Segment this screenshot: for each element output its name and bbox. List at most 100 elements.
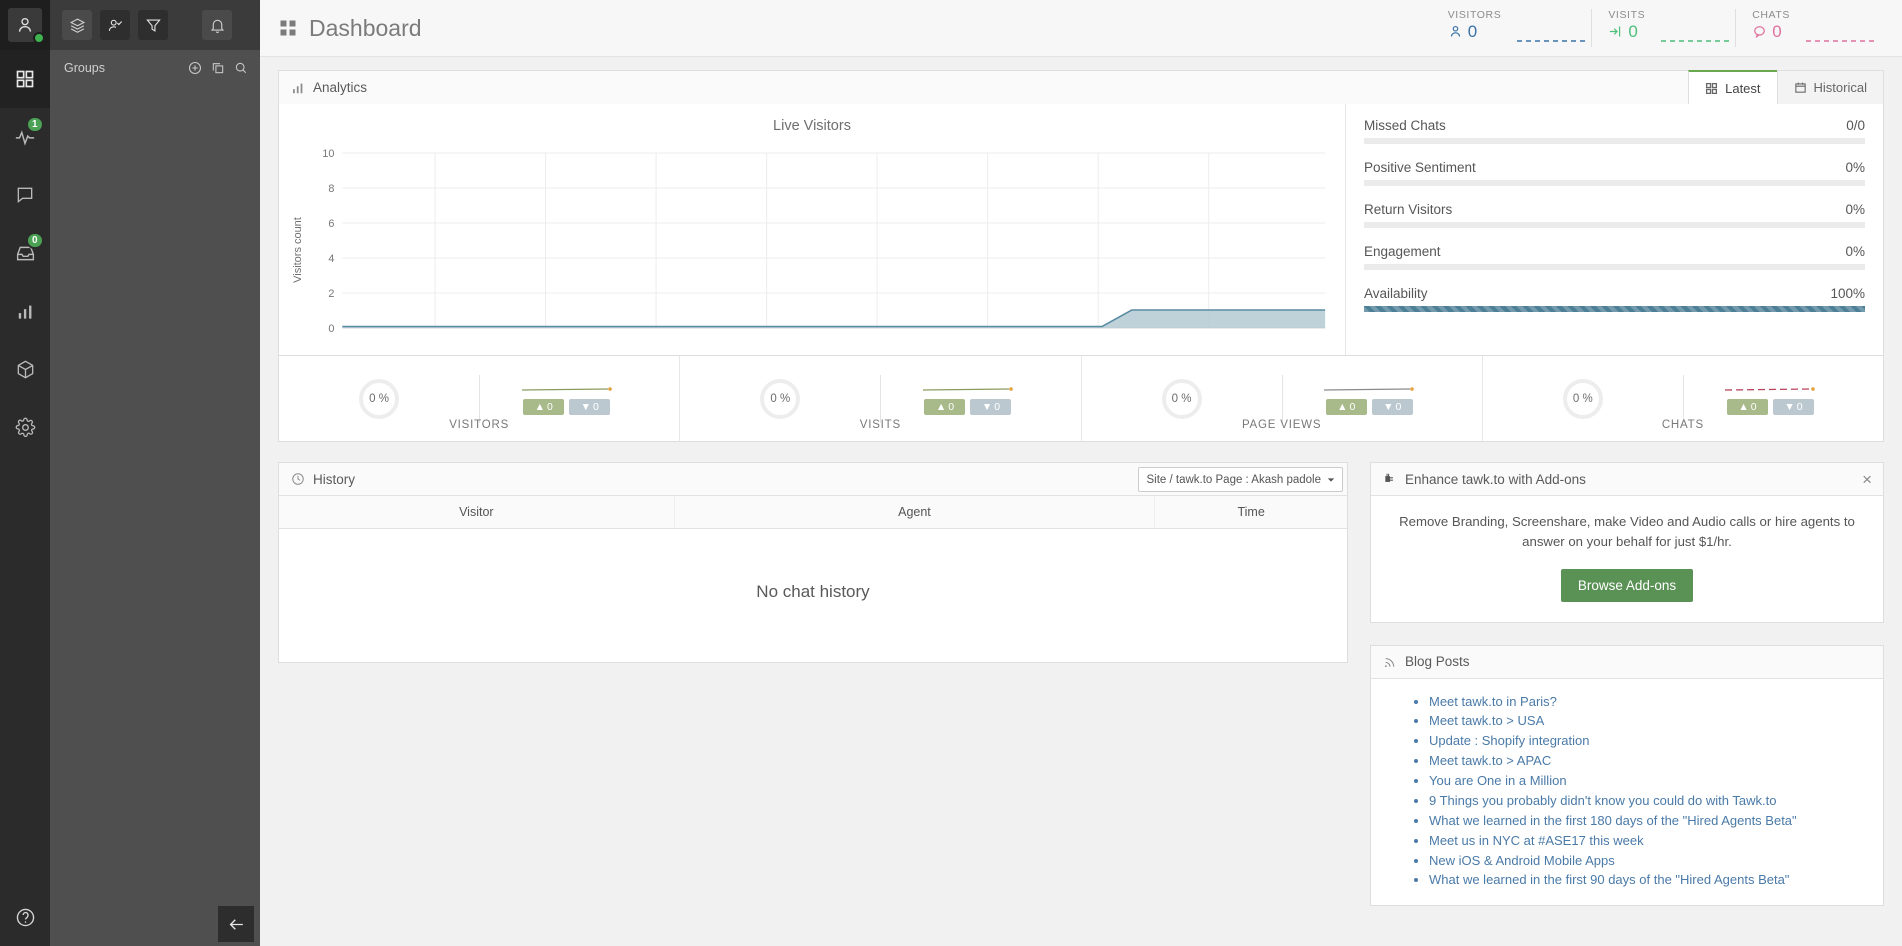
card-page-views[interactable]: 0 % ▲ 0 ▼ 0 PAGE VIEWS: [1080, 356, 1482, 441]
stat-cards: 0 % ▲ 0 ▼ 0 VISITORS 0 % ▲ 0 ▼ 0 VISITS …: [278, 356, 1884, 442]
chats-sparkline: [1806, 39, 1878, 42]
stat-chats-value: 0: [1772, 21, 1782, 41]
groups-title: Groups: [64, 61, 105, 75]
chats-up-badge: ▲ 0: [1726, 399, 1768, 415]
list-item[interactable]: Meet tawk.to > APAC: [1429, 751, 1873, 771]
visits-sparkline: [922, 387, 1013, 391]
tab-latest[interactable]: Latest: [1688, 70, 1778, 104]
list-item[interactable]: Meet tawk.to > USA: [1429, 711, 1873, 731]
card-chats-label: CHATS: [1661, 419, 1704, 431]
blog-post-list: Meet tawk.to in Paris? Meet tawk.to > US…: [1429, 692, 1873, 891]
list-item[interactable]: What we learned in the first 180 days of…: [1429, 811, 1873, 831]
chevron-down-icon: [1327, 477, 1335, 482]
copy-icon: [212, 63, 224, 74]
sidebar-item-reporting[interactable]: [0, 282, 50, 340]
filter-button[interactable]: [138, 10, 168, 40]
chart-svg: Visitors count 10 8 6 4 2 0: [292, 148, 1326, 335]
analytics-panel: Analytics Latest Historical Live Visitor…: [278, 70, 1884, 442]
login-arrow-icon: [1610, 26, 1621, 37]
grid-icon: [16, 70, 34, 88]
analytics-tabs: Latest Historical: [1688, 70, 1884, 104]
user-avatar-icon[interactable]: [8, 8, 45, 44]
sidebar-item-settings[interactable]: [0, 398, 50, 456]
rail-avatar-slot: [0, 0, 50, 50]
history-site-selector-value: Site / tawk.to Page : Akash padole: [1146, 473, 1321, 486]
col-visitor: Visitor: [279, 496, 675, 529]
col-time: Time: [1154, 496, 1347, 529]
add-group-button[interactable]: [188, 61, 202, 75]
layers-button[interactable]: [62, 10, 92, 40]
groups-header: Groups: [50, 50, 260, 86]
gear-icon: [15, 417, 35, 437]
metric-positive-sentiment: Positive Sentiment 0%: [1364, 156, 1865, 186]
collapse-sidebar-button[interactable]: [218, 906, 254, 942]
list-item[interactable]: Meet us in NYC at #ASE17 this week: [1429, 831, 1873, 851]
sidebar-item-inbox[interactable]: 0: [0, 224, 50, 282]
grid-icon: [1706, 82, 1718, 94]
list-item[interactable]: You are One in a Million: [1429, 771, 1873, 791]
addons-header: Enhance tawk.to with Add-ons ×: [1371, 463, 1883, 496]
history-site-selector[interactable]: Site / tawk.to Page : Akash padole: [1138, 467, 1343, 492]
blog-title: Blog Posts: [1405, 654, 1470, 670]
stat-chats[interactable]: CHATS 0: [1735, 0, 1880, 57]
notifications-button[interactable]: [202, 10, 232, 40]
close-icon[interactable]: ×: [1862, 463, 1872, 496]
svg-text:2: 2: [328, 288, 334, 300]
list-item[interactable]: New iOS & Android Mobile Apps: [1429, 851, 1873, 871]
sidebar-item-dashboard[interactable]: [0, 50, 50, 108]
presence-dot: [33, 32, 45, 44]
groups-toolbar: [50, 0, 260, 50]
addons-panel: Enhance tawk.to with Add-ons × Remove Br…: [1370, 462, 1884, 623]
metric-value: 0/0: [1846, 118, 1865, 133]
metric-label: Availability: [1364, 286, 1428, 301]
list-item[interactable]: Meet tawk.to in Paris?: [1429, 692, 1873, 712]
analytics-header: Analytics: [278, 70, 1884, 104]
card-page-views-label: PAGE VIEWS: [1241, 419, 1322, 431]
stat-visitors-label: VISITORS: [1447, 8, 1502, 21]
tab-historical[interactable]: Historical: [1776, 70, 1884, 104]
sidebar-item-chats[interactable]: [0, 166, 50, 224]
filter-icon: [145, 19, 161, 32]
visitors-donut: 0 %: [359, 378, 400, 419]
table-header-row: Visitor Agent Time: [279, 496, 1347, 529]
stat-visitors-value: 0: [1467, 21, 1478, 41]
card-chats[interactable]: 0 % ▲ 0 ▼ 0 CHATS: [1481, 356, 1883, 441]
visitors-sparkline: [1517, 39, 1590, 42]
header-stats: VISITORS 0 VISITS 0 CHATS 0: [1432, 0, 1880, 57]
chart-area-fill: [342, 310, 1326, 328]
history-title: History: [313, 471, 356, 487]
badge-inbox: 0: [26, 232, 44, 249]
groups-panel: Groups: [50, 0, 260, 946]
list-item[interactable]: 9 Things you probably didn't know you co…: [1429, 791, 1873, 811]
list-item[interactable]: Update : Shopify integration: [1429, 731, 1873, 751]
analytics-metrics: Missed Chats 0/0 Positive Sentiment 0% R…: [1345, 104, 1883, 355]
stat-visitors[interactable]: VISITORS 0: [1432, 0, 1592, 57]
search-button[interactable]: [234, 61, 248, 75]
metric-value: 0%: [1845, 202, 1865, 217]
bottom-row: History Site / tawk.to Page : Akash pado…: [278, 462, 1884, 907]
metric-value: 100%: [1830, 286, 1865, 301]
card-visitors-label: VISITORS: [449, 419, 510, 431]
card-visits[interactable]: 0 % ▲ 0 ▼ 0 VISITS: [679, 356, 1080, 441]
analytics-title: Analytics: [313, 80, 368, 95]
svg-text:8: 8: [328, 183, 334, 195]
metric-label: Missed Chats: [1364, 118, 1446, 133]
visitors-sparkline: [521, 387, 612, 391]
visits-up-badge: ▲ 0: [924, 399, 966, 415]
stat-visits-value: 0: [1628, 21, 1638, 41]
card-visits-label: VISITS: [859, 419, 901, 431]
stat-visits[interactable]: VISITS 0: [1591, 0, 1735, 57]
card-visitors[interactable]: 0 % ▲ 0 ▼ 0 VISITORS: [279, 356, 679, 441]
svg-text:Visitors count: Visitors count: [292, 217, 304, 283]
copy-button[interactable]: [211, 61, 225, 75]
icon-rail: 1 0: [0, 0, 50, 946]
help-button[interactable]: [0, 888, 50, 946]
history-header: History Site / tawk.to Page : Akash pado…: [279, 463, 1347, 496]
list-item[interactable]: What we learned in the first 90 days of …: [1429, 870, 1873, 890]
svg-text:0: 0: [328, 323, 334, 335]
browse-addons-button[interactable]: Browse Add-ons: [1560, 568, 1694, 602]
sidebar-item-addons[interactable]: [0, 340, 50, 398]
sidebar-item-monitoring[interactable]: 1: [0, 108, 50, 166]
side-column: Enhance tawk.to with Add-ons × Remove Br…: [1370, 462, 1884, 907]
agents-button[interactable]: [100, 10, 130, 40]
